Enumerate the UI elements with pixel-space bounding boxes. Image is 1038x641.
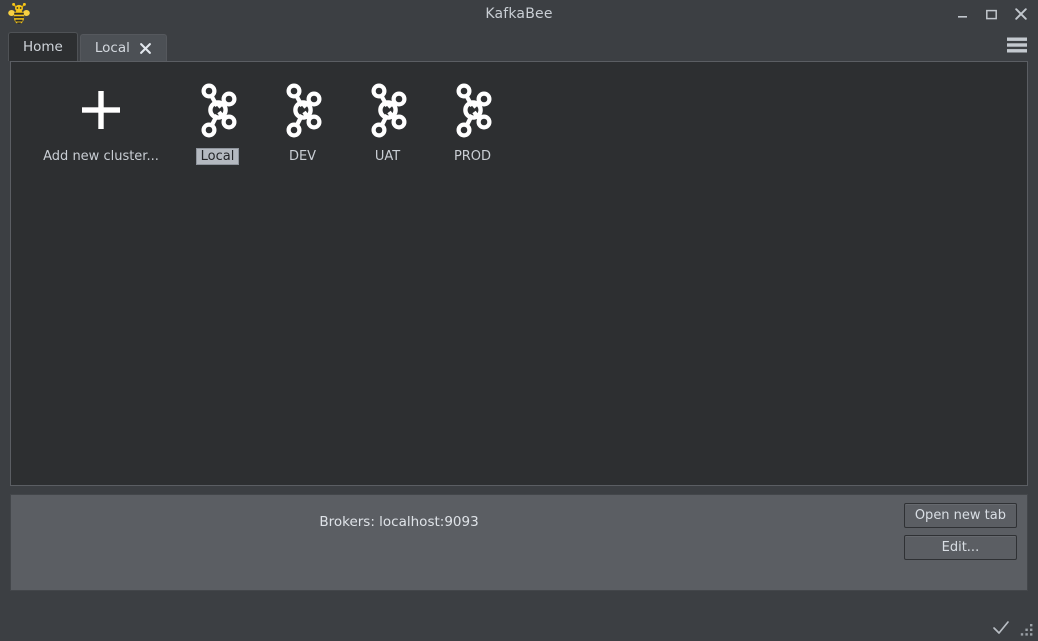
cluster-item-uat[interactable]: UAT <box>345 80 430 165</box>
tab-local-label: Local <box>94 40 130 56</box>
edit-button[interactable]: Edit... <box>903 535 1017 560</box>
cluster-label-uat: UAT <box>374 149 401 164</box>
plus-icon <box>73 82 129 138</box>
kafka-cluster-icon <box>190 82 246 138</box>
main-content: Add new cluster... Local DEV UAT PROD Br… <box>0 61 1038 611</box>
cluster-list-panel: Add new cluster... Local DEV UAT PROD <box>10 61 1028 486</box>
cluster-item-local[interactable]: Local <box>175 80 260 165</box>
cluster-grid: Add new cluster... Local DEV UAT PROD <box>27 80 1011 165</box>
tab-home[interactable]: Home <box>8 32 78 61</box>
title-bar: KafkaBee <box>0 0 1038 28</box>
cluster-label-local: Local <box>195 148 240 165</box>
checkmark-icon <box>992 620 1010 636</box>
window-controls <box>955 0 1028 28</box>
kafka-cluster-icon <box>360 82 416 138</box>
cluster-detail-panel: Brokers: localhost:9093 Open new tab Edi… <box>10 494 1028 591</box>
detail-actions: Open new tab Edit... <box>903 503 1017 560</box>
close-button[interactable] <box>1013 7 1028 22</box>
cluster-item-prod[interactable]: PROD <box>430 80 515 165</box>
resize-grip-icon[interactable] <box>1018 623 1035 638</box>
open-new-tab-button[interactable]: Open new tab <box>903 503 1017 528</box>
cluster-label-add-new: Add new cluster... <box>43 149 159 164</box>
tab-home-label: Home <box>23 39 63 55</box>
cluster-item-add-new[interactable]: Add new cluster... <box>27 80 175 165</box>
status-bar <box>0 611 1038 641</box>
cluster-item-dev[interactable]: DEV <box>260 80 345 165</box>
cluster-label-prod: PROD <box>453 149 492 164</box>
maximize-button[interactable] <box>984 7 999 22</box>
brokers-info: Brokers: localhost:9093 <box>319 514 479 530</box>
hamburger-menu-icon[interactable] <box>1004 34 1030 56</box>
kafka-cluster-icon <box>275 82 331 138</box>
minimize-button[interactable] <box>955 7 970 22</box>
tab-local[interactable]: Local <box>79 34 167 61</box>
application-window: KafkaBee Home Local Add new cluster... L… <box>0 0 1038 641</box>
close-icon[interactable] <box>139 42 152 55</box>
cluster-label-dev: DEV <box>288 149 317 164</box>
tab-bar: Home Local <box>0 28 1038 61</box>
kafka-cluster-icon <box>445 82 501 138</box>
window-title: KafkaBee <box>485 6 553 22</box>
